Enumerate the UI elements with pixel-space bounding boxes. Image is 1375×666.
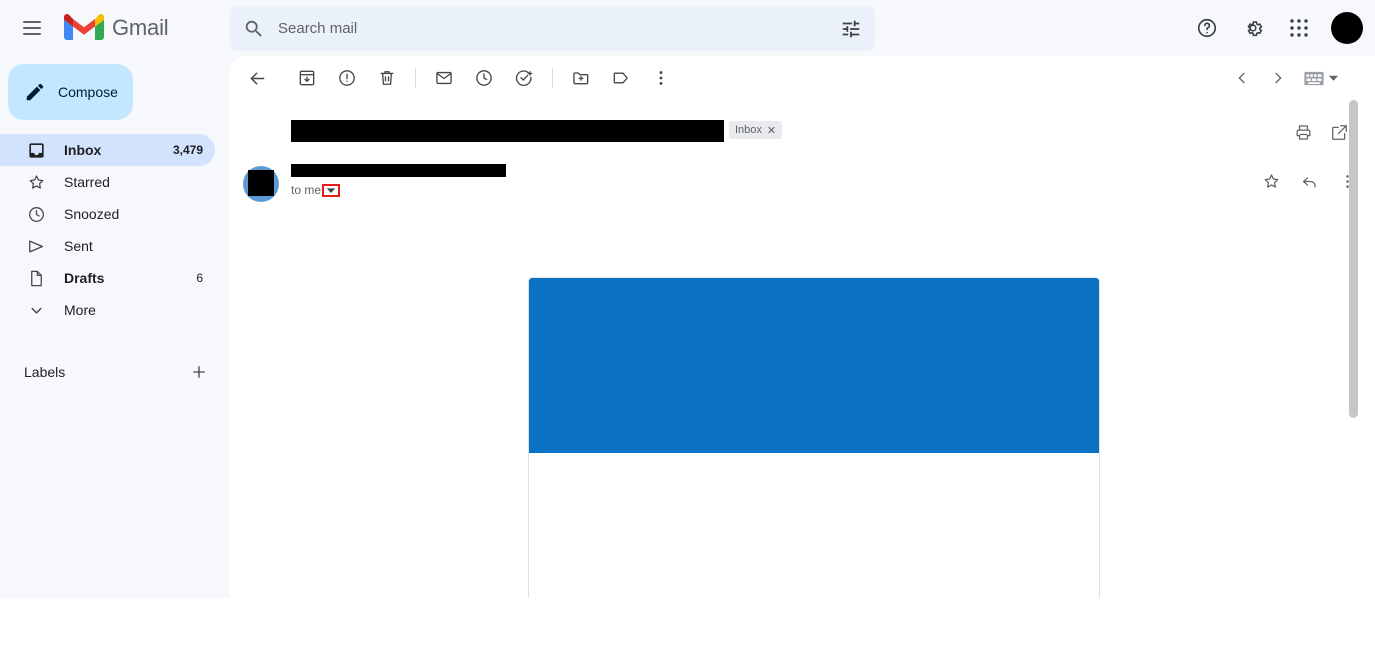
reply-button[interactable]: [1295, 167, 1323, 195]
help-icon[interactable]: [1187, 8, 1227, 48]
star-icon: [26, 172, 46, 192]
header-actions: [1187, 0, 1363, 56]
delete-button[interactable]: [367, 58, 407, 98]
pencil-icon: [24, 81, 46, 103]
keyboard-icon[interactable]: [1304, 71, 1324, 86]
main-scrollbar-thumb[interactable]: [1349, 100, 1358, 418]
labels-section-header: Labels: [0, 356, 229, 388]
message-actions: [1257, 167, 1361, 195]
caret-down-icon[interactable]: [1328, 74, 1339, 82]
sidebar: Compose Inbox 3,479 Starred Snoozed Sent…: [0, 56, 229, 598]
hamburger-menu-glyph: [23, 21, 41, 35]
send-icon: [26, 236, 46, 256]
draft-file-icon: [26, 268, 46, 288]
close-x-icon[interactable]: ✕: [767, 124, 776, 137]
gmail-app-window: Gmail Search mail Compose Inbox 3,479 St…: [0, 0, 1375, 598]
sidebar-item-starred[interactable]: Starred: [0, 166, 215, 198]
chevron-right-icon[interactable]: [1262, 62, 1294, 94]
compose-label: Compose: [58, 84, 118, 100]
sidebar-item-more[interactable]: More: [0, 294, 215, 326]
sidebar-item-label: Drafts: [64, 270, 105, 286]
snooze-button[interactable]: [464, 58, 504, 98]
star-message-button[interactable]: [1257, 167, 1285, 195]
pagination-controls: [1226, 56, 1339, 100]
chevron-down-icon: [26, 300, 46, 320]
search-bar[interactable]: [230, 6, 875, 51]
sender-avatar[interactable]: [243, 166, 279, 202]
toolbar-divider: [415, 68, 416, 88]
apps-grid-icon[interactable]: [1279, 8, 1319, 48]
tune-options-icon[interactable]: [827, 6, 875, 51]
sidebar-item-label: Starred: [64, 174, 110, 190]
top-header: Gmail: [0, 0, 1375, 56]
labels-title: Labels: [24, 364, 66, 380]
subject-actions: [1291, 120, 1351, 144]
account-avatar[interactable]: [1331, 12, 1363, 44]
main-scrollbar-track[interactable]: [1348, 96, 1358, 598]
sidebar-item-label: Sent: [64, 238, 93, 254]
gmail-brand-label: Gmail: [112, 15, 169, 40]
email-banner-image: [529, 278, 1099, 453]
sidebar-nav: Inbox 3,479 Starred Snoozed Sent Drafts …: [0, 134, 229, 326]
inbox-count: 3,479: [172, 143, 203, 157]
compose-button[interactable]: Compose: [8, 64, 133, 120]
more-options-button[interactable]: [641, 58, 681, 98]
archive-button[interactable]: [287, 58, 327, 98]
gear-icon[interactable]: [1233, 8, 1273, 48]
search-input[interactable]: [278, 20, 827, 37]
sidebar-item-inbox[interactable]: Inbox 3,479: [0, 134, 215, 166]
gmail-brand[interactable]: Gmail: [64, 13, 169, 43]
print-button[interactable]: [1291, 120, 1315, 144]
email-toolbar: [229, 56, 1375, 100]
recipient-text: to me: [291, 183, 322, 197]
email-reading-pane: Inbox ✕ to me: [229, 56, 1375, 598]
caret-down-icon: [326, 187, 336, 194]
search-icon[interactable]: [230, 6, 278, 51]
inbox-icon: [26, 140, 46, 160]
email-sender-row: to me: [229, 161, 1375, 221]
plus-icon[interactable]: [189, 362, 209, 382]
recipient-line: to me: [291, 183, 341, 197]
mark-unread-button[interactable]: [424, 58, 464, 98]
label-chip-inbox[interactable]: Inbox ✕: [729, 121, 783, 139]
label-chip-text: Inbox: [735, 124, 762, 136]
add-to-tasks-button[interactable]: [504, 58, 544, 98]
sidebar-item-drafts[interactable]: Drafts 6: [0, 262, 215, 294]
clock-icon: [26, 204, 46, 224]
sidebar-item-label: More: [64, 302, 96, 318]
email-subject-row: Inbox ✕: [229, 112, 1375, 152]
sidebar-item-snoozed[interactable]: Snoozed: [0, 198, 215, 230]
move-to-button[interactable]: [561, 58, 601, 98]
drafts-count: 6: [196, 271, 203, 285]
toolbar-divider: [552, 68, 553, 88]
sidebar-item-label: Inbox: [64, 142, 102, 158]
labels-button[interactable]: [601, 58, 641, 98]
hamburger-menu-icon[interactable]: [8, 4, 56, 52]
email-subject-redacted: [291, 120, 724, 142]
email-sender-redacted: [291, 164, 506, 177]
chevron-left-icon[interactable]: [1226, 62, 1258, 94]
show-details-dropdown[interactable]: [322, 183, 341, 197]
gmail-logo-icon: [64, 13, 104, 43]
email-body-card: [528, 277, 1100, 598]
report-spam-button[interactable]: [327, 58, 367, 98]
sidebar-item-label: Snoozed: [64, 206, 120, 222]
back-to-inbox-button[interactable]: [237, 58, 277, 98]
sidebar-item-sent[interactable]: Sent: [0, 230, 215, 262]
input-tools-control[interactable]: [1304, 71, 1339, 86]
